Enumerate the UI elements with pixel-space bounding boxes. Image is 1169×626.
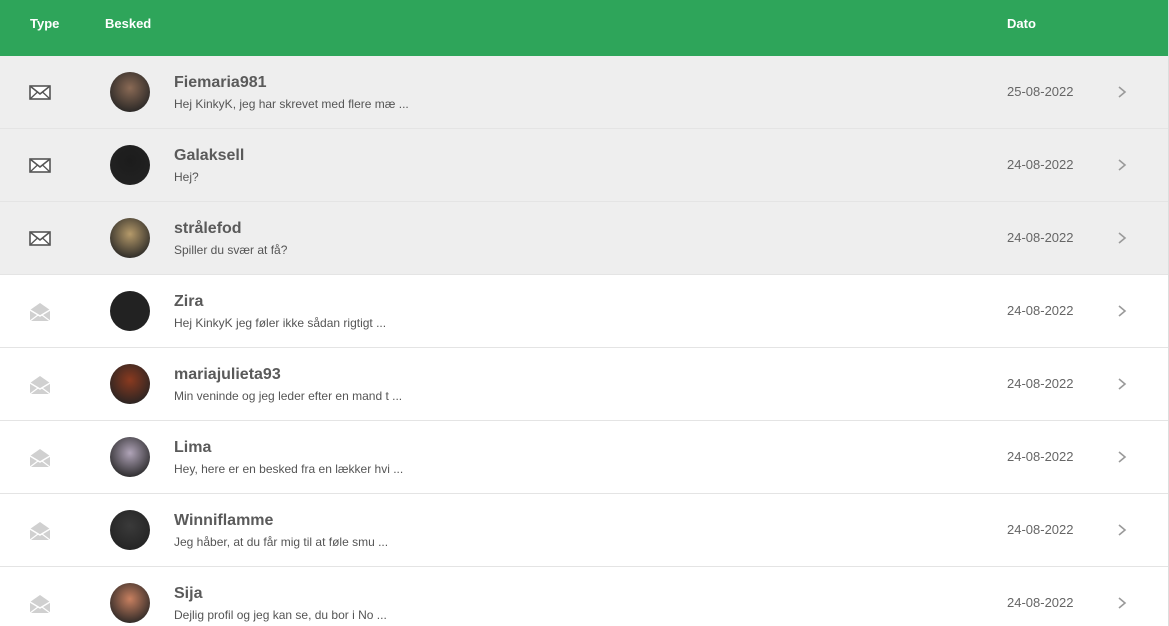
sender-name[interactable]: strålefod <box>174 220 242 238</box>
chevron-right-icon[interactable] <box>1116 377 1128 391</box>
sender-name[interactable]: Lima <box>174 439 211 457</box>
chevron-right-icon[interactable] <box>1116 158 1128 172</box>
chevron-right-icon[interactable] <box>1116 523 1128 537</box>
avatar[interactable] <box>110 510 150 550</box>
message-preview: Hej KinkyK, jeg har skrevet med flere mæ… <box>174 97 409 111</box>
chevron-right-icon[interactable] <box>1116 596 1128 610</box>
avatar[interactable] <box>110 72 150 112</box>
message-row[interactable]: Fiemaria981 Hej KinkyK, jeg har skrevet m… <box>0 56 1168 129</box>
sender-name[interactable]: mariajulieta93 <box>174 366 281 384</box>
message-list: Fiemaria981 Hej KinkyK, jeg har skrevet m… <box>0 56 1168 626</box>
message-preview: Spiller du svær at få? <box>174 243 288 257</box>
avatar[interactable] <box>110 583 150 623</box>
envelope-open-icon <box>29 375 51 395</box>
envelope-open-icon <box>29 302 51 322</box>
message-row[interactable]: Winniflamme Jeg håber, at du får mig til … <box>0 494 1168 567</box>
envelope-open-icon <box>29 594 51 614</box>
message-date: 24-08-2022 <box>1007 522 1074 537</box>
message-row[interactable]: strålefod Spiller du svær at få? 24-08-202… <box>0 202 1168 275</box>
column-header-message: Besked <box>105 16 152 31</box>
envelope-open-icon <box>29 448 51 468</box>
chevron-right-icon[interactable] <box>1116 85 1128 99</box>
avatar[interactable] <box>110 364 150 404</box>
avatar[interactable] <box>110 437 150 477</box>
avatar[interactable] <box>110 291 150 331</box>
message-row[interactable]: Lima Hey, here er en besked fra en lækker… <box>0 421 1168 494</box>
message-preview: Jeg håber, at du får mig til at føle smu… <box>174 535 389 549</box>
column-header-date: Dato <box>1007 16 1036 31</box>
message-preview: Hej? <box>174 170 199 184</box>
message-inbox: Type Besked Dato Fiemaria981 Hej KinkyK, … <box>0 0 1169 626</box>
message-row[interactable]: Zira Hej KinkyK jeg føler ikke sådan rigt… <box>0 275 1168 348</box>
message-date: 24-08-2022 <box>1007 230 1074 245</box>
column-header-type: Type <box>30 16 60 31</box>
sender-name[interactable]: Zira <box>174 293 203 311</box>
envelope-closed-icon <box>29 156 51 174</box>
message-date: 24-08-2022 <box>1007 376 1074 391</box>
table-header: Type Besked Dato <box>0 0 1168 56</box>
avatar[interactable] <box>110 145 150 185</box>
sender-name[interactable]: Galaksell <box>174 147 244 165</box>
avatar[interactable] <box>110 218 150 258</box>
sender-name[interactable]: Fiemaria981 <box>174 74 267 92</box>
message-row[interactable]: mariajulieta93 Min veninde og jeg leder e… <box>0 348 1168 421</box>
chevron-right-icon[interactable] <box>1116 304 1128 318</box>
message-preview: Dejlig profil og jeg kan se, du bor i No… <box>174 608 387 622</box>
message-row[interactable]: Galaksell Hej? 24-08-2022 <box>0 129 1168 202</box>
message-date: 24-08-2022 <box>1007 449 1074 464</box>
message-date: 24-08-2022 <box>1007 303 1074 318</box>
message-row[interactable]: Sija Dejlig profil og jeg kan se, du bor … <box>0 567 1168 626</box>
chevron-right-icon[interactable] <box>1116 450 1128 464</box>
envelope-closed-icon <box>29 229 51 247</box>
chevron-right-icon[interactable] <box>1116 231 1128 245</box>
envelope-open-icon <box>29 521 51 541</box>
sender-name[interactable]: Winniflamme <box>174 512 273 530</box>
sender-name[interactable]: Sija <box>174 585 202 603</box>
message-preview: Hej KinkyK jeg føler ikke sådan rigtigt … <box>174 316 387 330</box>
message-date: 24-08-2022 <box>1007 157 1074 172</box>
message-date: 24-08-2022 <box>1007 595 1074 610</box>
message-date: 25-08-2022 <box>1007 84 1074 99</box>
message-preview: Min veninde og jeg leder efter en mand t… <box>174 389 403 403</box>
message-preview: Hey, here er en besked fra en lækker hvi… <box>174 462 404 476</box>
envelope-closed-icon <box>29 83 51 101</box>
